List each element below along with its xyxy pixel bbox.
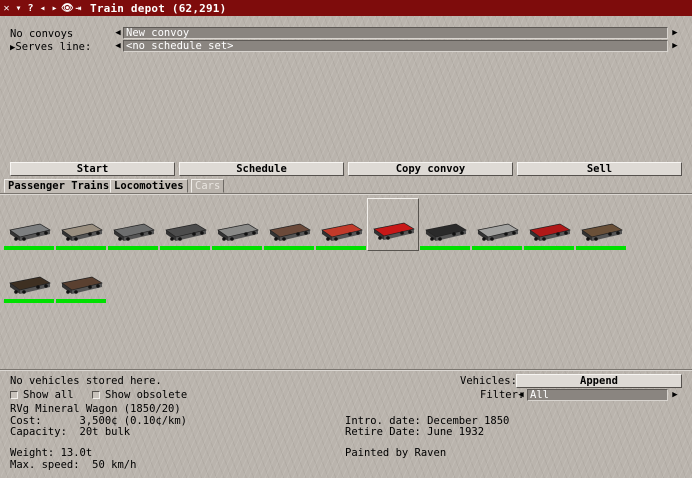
availability-bar xyxy=(4,246,54,250)
vehicle-crane-wagon-red[interactable] xyxy=(524,200,574,250)
vehicle-max-speed: Max. speed: 50 km/h xyxy=(10,459,137,471)
tab-passenger-trains[interactable]: Passenger Trains xyxy=(4,179,114,193)
availability-bar xyxy=(524,246,574,250)
wagon-sprite-icon xyxy=(9,276,51,294)
show-obsolete-label: Show obsolete xyxy=(105,389,188,401)
wagon-sprite-icon xyxy=(373,222,415,240)
append-button[interactable]: Append xyxy=(516,374,682,388)
availability-bar xyxy=(212,246,262,250)
availability-bar xyxy=(576,246,626,250)
show-all-checkbox[interactable] xyxy=(10,391,18,399)
availability-bar xyxy=(316,246,366,250)
vehicle-log-wagon-brown[interactable] xyxy=(576,200,626,250)
vehicle-weight: Weight: 13.0t xyxy=(10,447,93,459)
show-all-label: Show all xyxy=(23,389,74,401)
vehicle-flat-wagon-tan[interactable] xyxy=(56,200,106,250)
painted-by: Painted by Raven xyxy=(345,447,447,459)
wagon-sprite-icon xyxy=(477,223,519,241)
wagon-sprite-icon xyxy=(321,223,363,241)
help-icon[interactable]: ? xyxy=(25,3,36,14)
vehicle-covered-wagon-brown[interactable] xyxy=(264,200,314,250)
depot-empty-text: No vehicles stored here. xyxy=(10,375,162,387)
vehicle-flat-wagon-grey[interactable] xyxy=(212,200,262,250)
vehicles-label: Vehicles: xyxy=(460,375,517,387)
tab-cars[interactable]: Cars xyxy=(191,179,225,193)
tab-divider xyxy=(0,193,692,195)
no-convoys-label: No convoys xyxy=(10,28,74,40)
line-next-arrow-icon[interactable]: ▶ xyxy=(670,40,680,52)
depot-panel: No convoys ◀ New convoy ▶ ▶Serves line: … xyxy=(0,16,692,478)
vehicle-mineral-wagon-red[interactable] xyxy=(367,198,419,251)
availability-bar xyxy=(264,246,314,250)
availability-bar xyxy=(4,299,54,303)
convoy-next-arrow-icon[interactable]: ▶ xyxy=(670,27,680,39)
show-obsolete-checkbox[interactable] xyxy=(92,391,100,399)
filter-field[interactable]: All xyxy=(527,389,668,401)
line-prev-arrow-icon[interactable]: ◀ xyxy=(113,40,123,52)
availability-bar xyxy=(420,246,470,250)
eye-icon[interactable]: 👁 xyxy=(61,3,74,14)
vehicle-open-wagon-grey[interactable] xyxy=(4,200,54,250)
vehicle-name: RVg Mineral Wagon (1850/20) xyxy=(10,403,181,415)
filter-prev-arrow-icon[interactable]: ◀ xyxy=(516,389,526,401)
wagon-sprite-icon xyxy=(425,223,467,241)
availability-bar xyxy=(160,246,210,250)
close-icon[interactable]: ✕ xyxy=(1,3,12,14)
info-divider xyxy=(0,369,692,371)
wagon-sprite-icon xyxy=(9,223,51,241)
serves-line-label: Serves line: xyxy=(15,41,92,53)
schedule-field[interactable]: <no schedule set> xyxy=(123,40,668,52)
pin-icon[interactable]: ⇥ xyxy=(73,3,84,14)
tab-locomotives[interactable]: Locomotives xyxy=(110,179,188,193)
filter-next-arrow-icon[interactable]: ▶ xyxy=(670,389,680,401)
start-button[interactable]: Start xyxy=(10,162,175,176)
retire-date: Retire Date: June 1932 xyxy=(345,426,485,438)
sell-button[interactable]: Sell xyxy=(517,162,682,176)
wagon-sprite-icon xyxy=(529,223,571,241)
vehicle-flat-wagon-dark[interactable] xyxy=(160,200,210,250)
wagon-sprite-icon xyxy=(217,223,259,241)
availability-bar xyxy=(472,246,522,250)
serves-line-toggle[interactable]: ▶Serves line: xyxy=(10,41,91,54)
availability-bar xyxy=(108,246,158,250)
title-bar: ✕ ▾ ? ◂ ▸ 👁 ⇥ Train depot (62,291) xyxy=(0,0,692,16)
minimize-icon[interactable]: ▾ xyxy=(13,3,24,14)
availability-bar xyxy=(56,299,106,303)
vehicle-capacity: Capacity: 20t bulk xyxy=(10,426,131,438)
wagon-sprite-icon xyxy=(269,223,311,241)
vehicle-tank-wagon-grey[interactable] xyxy=(108,200,158,250)
next-icon[interactable]: ▸ xyxy=(49,3,60,14)
wagon-sprite-icon xyxy=(61,223,103,241)
availability-bar xyxy=(56,246,106,250)
copy-convoy-button[interactable]: Copy convoy xyxy=(348,162,513,176)
convoy-name-field[interactable]: New convoy xyxy=(123,27,668,39)
convoy-prev-arrow-icon[interactable]: ◀ xyxy=(113,27,123,39)
prev-icon[interactable]: ◂ xyxy=(37,3,48,14)
vehicle-box-wagon-red[interactable] xyxy=(316,200,366,250)
window-title: Train depot (62,291) xyxy=(90,1,227,15)
wagon-sprite-icon xyxy=(581,223,623,241)
wagon-sprite-icon xyxy=(113,223,155,241)
vehicle-tank-wagon-red-black[interactable] xyxy=(420,200,470,250)
vehicle-log-wagon-brown-2[interactable] xyxy=(56,253,106,303)
wagon-sprite-icon xyxy=(61,276,103,294)
schedule-button[interactable]: Schedule xyxy=(179,162,344,176)
wagon-sprite-icon xyxy=(165,223,207,241)
vehicle-log-wagon-dark[interactable] xyxy=(4,253,54,303)
vehicle-cage-wagon-grey[interactable] xyxy=(472,200,522,250)
